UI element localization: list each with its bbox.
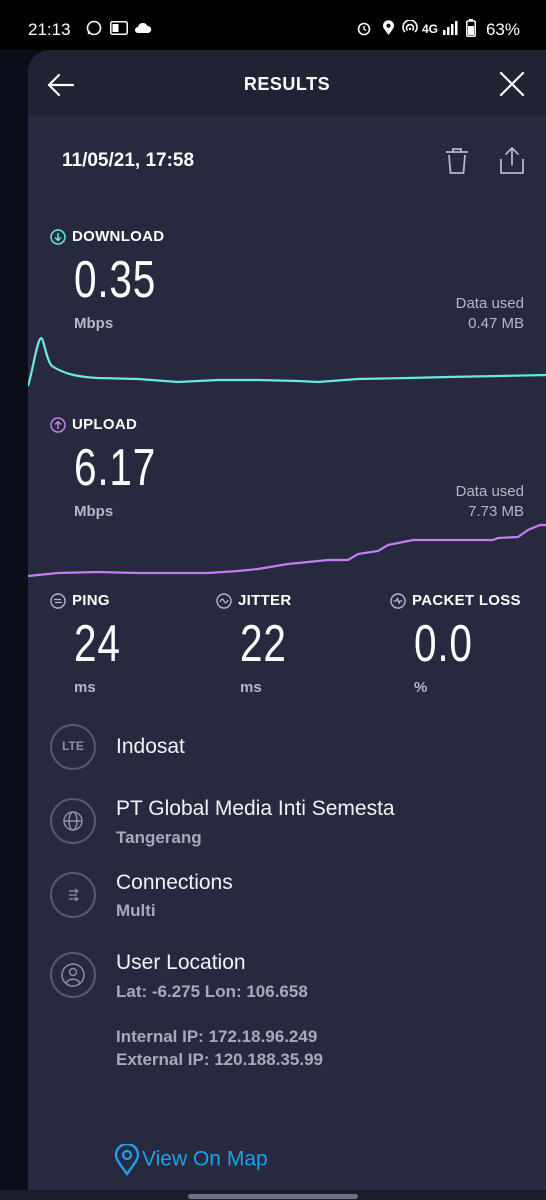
map-pin-icon bbox=[114, 1144, 140, 1176]
provider-name: Indosat bbox=[116, 735, 185, 758]
location-icon bbox=[383, 20, 394, 35]
packet-loss-unit: % bbox=[414, 679, 428, 696]
packet-loss-value: 0.0 bbox=[414, 615, 473, 673]
network-type: 4G bbox=[422, 22, 439, 36]
results-sheet: RESULTS 11/05/21, 17:58 DOWNLOAD 0.35 Mb… bbox=[28, 50, 546, 1200]
packet-loss-label: PACKET LOSS bbox=[390, 592, 521, 609]
upload-graph bbox=[28, 523, 546, 578]
external-ip: External IP: 120.188.35.99 bbox=[116, 1050, 323, 1069]
results-header: RESULTS bbox=[28, 50, 546, 116]
home-indicator bbox=[0, 1190, 546, 1200]
upload-label: UPLOAD bbox=[50, 416, 137, 433]
battery-percent: 63% bbox=[485, 20, 520, 39]
ping-unit: ms bbox=[74, 679, 96, 696]
ping-icon bbox=[50, 593, 66, 609]
status-bar: 21:13 4G 63% bbox=[0, 0, 546, 50]
connections-value: Multi bbox=[116, 901, 156, 920]
home-indicator-bar[interactable] bbox=[188, 1194, 358, 1199]
download-arrow-icon bbox=[50, 229, 66, 245]
user-location-title: User Location bbox=[116, 951, 246, 974]
jitter-unit: ms bbox=[240, 679, 262, 696]
download-data-used: Data used 0.47 MB bbox=[455, 295, 524, 332]
globe-icon bbox=[50, 798, 96, 844]
signal-icon bbox=[443, 21, 458, 35]
ping-value: 24 bbox=[74, 615, 121, 673]
upload-arrow-icon bbox=[50, 417, 66, 433]
internal-ip: Internal IP: 172.18.96.249 bbox=[116, 1027, 318, 1046]
jitter-value: 22 bbox=[240, 615, 287, 673]
hotspot-icon bbox=[402, 20, 418, 33]
download-graph bbox=[28, 336, 546, 387]
user-coords: Lat: -6.275 Lon: 106.658 bbox=[116, 982, 308, 1001]
test-datetime: 11/05/21, 17:58 bbox=[62, 150, 195, 171]
status-time: 21:13 bbox=[28, 20, 71, 39]
alarm-icon bbox=[357, 22, 371, 36]
trash-icon[interactable] bbox=[444, 147, 470, 175]
download-value: 0.35 bbox=[74, 251, 157, 309]
jitter-icon bbox=[216, 593, 232, 609]
packet-loss-icon bbox=[390, 593, 406, 609]
whatsapp-icon bbox=[86, 20, 102, 36]
page-title: RESULTS bbox=[243, 74, 331, 94]
connections-icon bbox=[50, 872, 96, 918]
user-icon bbox=[50, 952, 96, 998]
lte-icon: LTE bbox=[50, 724, 96, 770]
cloud-icon bbox=[135, 22, 152, 33]
upload-value: 6.17 bbox=[74, 439, 157, 497]
server-name: PT Global Media Inti Semesta bbox=[116, 797, 395, 820]
outlook-icon bbox=[110, 21, 128, 35]
connections-title: Connections bbox=[116, 871, 233, 894]
jitter-label: JITTER bbox=[216, 592, 291, 609]
download-label: DOWNLOAD bbox=[50, 228, 164, 245]
server-city: Tangerang bbox=[116, 828, 202, 847]
close-icon[interactable] bbox=[498, 70, 526, 98]
ping-label: PING bbox=[50, 592, 110, 609]
share-icon[interactable] bbox=[498, 145, 526, 175]
battery-icon bbox=[466, 19, 476, 37]
view-on-map-link[interactable]: View On Map bbox=[114, 1144, 268, 1176]
